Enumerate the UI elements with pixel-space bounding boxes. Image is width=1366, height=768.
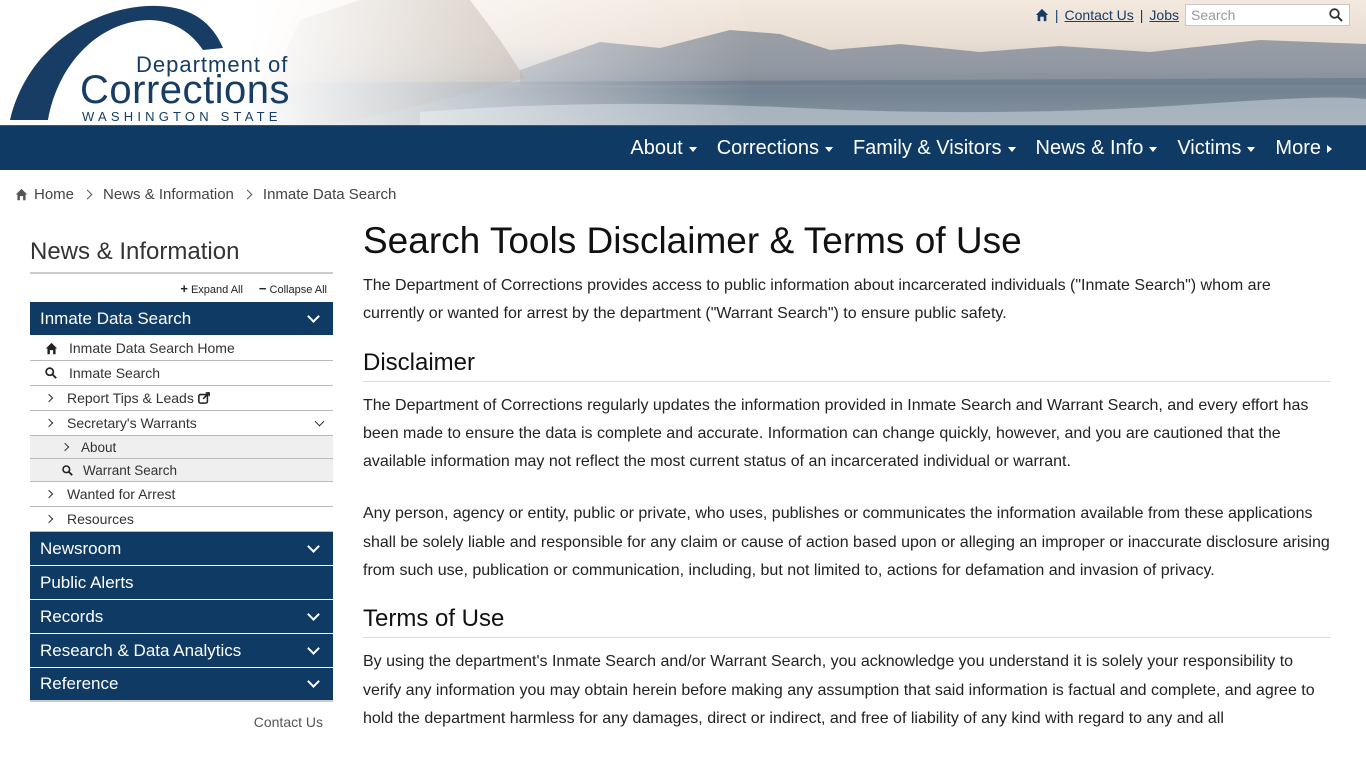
- sidebar-section-reference[interactable]: Reference: [30, 668, 333, 702]
- external-link-icon: [197, 392, 210, 404]
- chevron-right-icon: [44, 418, 54, 428]
- main-nav: About Corrections Family & Visitors News…: [0, 125, 1366, 170]
- search-icon: [1329, 8, 1343, 22]
- chevron-down-icon: [307, 539, 320, 553]
- minus-icon: −: [258, 280, 267, 296]
- chevron-right-icon: [82, 189, 93, 200]
- header-banner: Department of Corrections WASHINGTON STA…: [0, 0, 1366, 125]
- nav-news-info[interactable]: News & Info: [1026, 137, 1168, 160]
- home-icon: [15, 188, 28, 201]
- doc-logo[interactable]: Department of Corrections WASHINGTON STA…: [8, 4, 308, 124]
- sidebar-item-wanted-for-arrest[interactable]: Wanted for Arrest: [30, 482, 333, 507]
- nav-victims[interactable]: Victims: [1167, 137, 1265, 160]
- nav-more[interactable]: More: [1265, 137, 1342, 160]
- sidebar-title: News & Information: [30, 238, 333, 274]
- chevron-down-icon: [307, 675, 320, 688]
- separator: |: [1054, 7, 1059, 23]
- intro-paragraph: The Department of Corrections provides a…: [363, 277, 1271, 323]
- contact-us-link[interactable]: Contact Us: [1065, 7, 1134, 23]
- chevron-right-icon: [60, 442, 70, 452]
- breadcrumb-current: Inmate Data Search: [262, 186, 397, 203]
- sidebar-item-inmate-data-search-home[interactable]: Inmate Data Search Home: [30, 336, 333, 361]
- sidebar: News & Information + Expand All − Collapse…: [30, 238, 333, 730]
- utility-bar: | Contact Us | Jobs: [1035, 4, 1350, 26]
- terms-paragraph: By using the department's Inmate Search …: [363, 653, 1315, 727]
- chevron-right-icon: [44, 489, 54, 499]
- sidebar-item-inmate-search[interactable]: Inmate Search: [30, 361, 333, 386]
- home-icon: [45, 342, 57, 354]
- expand-all-button[interactable]: + Expand All: [180, 281, 243, 296]
- sidebar-subitem-warrant-search[interactable]: Warrant Search: [30, 459, 333, 482]
- plus-icon: +: [180, 280, 188, 296]
- logo-text-line3: WASHINGTON STATE: [82, 109, 282, 124]
- caret-down-icon: [824, 147, 833, 152]
- breadcrumb-home[interactable]: Home: [34, 186, 74, 203]
- sidebar-item-secretarys-warrants[interactable]: Secretary's Warrants: [30, 411, 333, 436]
- caret-down-icon: [688, 147, 697, 152]
- disclaimer-paragraph-2: Any person, agency or entity, public or …: [363, 505, 1330, 580]
- logo-text-line2: Corrections: [80, 68, 291, 112]
- sidebar-subitem-about[interactable]: About: [30, 436, 333, 459]
- sidebar-tools: + Expand All − Collapse All: [30, 274, 333, 302]
- search-input[interactable]: [1186, 7, 1324, 23]
- search-button[interactable]: [1324, 5, 1348, 25]
- sidebar-section-research-data-analytics[interactable]: Research & Data Analytics: [30, 634, 333, 668]
- page-title: Search Tools Disclaimer & Terms of Use: [363, 220, 1022, 261]
- terms-heading: Terms of Use: [363, 605, 1331, 639]
- home-icon[interactable]: [1035, 8, 1049, 22]
- sidebar-section-inmate-data-search[interactable]: Inmate Data Search: [30, 302, 333, 336]
- chevron-down-icon[interactable]: [314, 416, 325, 426]
- sidebar-item-resources[interactable]: Resources: [30, 507, 333, 532]
- separator: |: [1139, 7, 1144, 23]
- jobs-link[interactable]: Jobs: [1149, 7, 1179, 23]
- search-icon: [61, 464, 73, 476]
- chevron-down-icon: [307, 641, 320, 655]
- chevron-right-icon: [44, 393, 54, 403]
- caret-down-icon: [1149, 147, 1158, 152]
- sidebar-section-newsroom[interactable]: Newsroom: [30, 532, 333, 566]
- chevron-down-icon: [307, 309, 320, 323]
- chevron-right-icon: [44, 514, 54, 524]
- caret-down-icon: [1247, 147, 1256, 152]
- nav-family-visitors[interactable]: Family & Visitors: [843, 137, 1026, 160]
- collapse-all-button[interactable]: − Collapse All: [259, 281, 327, 296]
- disclaimer-paragraph-1: The Department of Corrections regularly …: [363, 396, 1309, 471]
- search-icon: [45, 367, 57, 379]
- sidebar-item-report-tips[interactable]: Report Tips & Leads: [30, 386, 333, 411]
- sidebar-section-records[interactable]: Records: [30, 600, 333, 634]
- chevron-down-icon: [307, 607, 320, 621]
- chevron-right-icon: [242, 189, 253, 200]
- nav-corrections[interactable]: Corrections: [707, 137, 843, 160]
- disclaimer-heading: Disclaimer: [363, 349, 1331, 382]
- sidebar-contact-link[interactable]: Contact Us: [30, 702, 333, 730]
- site-search: [1185, 4, 1350, 26]
- main-content: Search Tools Disclaimer & Terms of Use T…: [363, 220, 1331, 733]
- caret-right-icon: [1327, 144, 1332, 153]
- sidebar-section-public-alerts[interactable]: Public Alerts: [30, 566, 333, 600]
- breadcrumb-news[interactable]: News & Information: [103, 186, 234, 203]
- nav-about[interactable]: About: [620, 137, 706, 160]
- caret-down-icon: [1007, 147, 1016, 152]
- breadcrumb: Home News & Information Inmate Data Sear…: [15, 186, 396, 203]
